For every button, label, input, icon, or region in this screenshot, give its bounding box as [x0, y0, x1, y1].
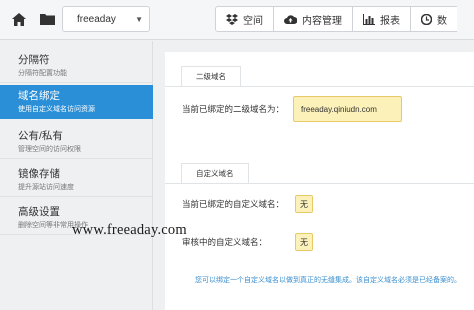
sidebar-item-title: 高级设置 — [18, 206, 60, 218]
main-nav: 空间 内容管理 报表 数 — [215, 6, 457, 32]
folder-icon — [39, 14, 55, 25]
pending-custom-domain-value: 无 — [295, 233, 313, 251]
home-icon — [12, 12, 26, 26]
bar-chart-icon — [363, 13, 375, 25]
tab-space-label: 空间 — [243, 15, 263, 27]
tab-content[interactable]: 内容管理 — [273, 6, 353, 32]
bucket-select[interactable]: freeaday ▼ — [62, 6, 150, 32]
sidebar-item-title: 分隔符 — [18, 54, 50, 66]
domain-settings-panel: 二级域名 当前已绑定的二级域名为： freeaday.qiniudn.com 自… — [165, 52, 474, 310]
custom-domain-hint: 您可以绑定一个自定义域名以做到真正的无缝集成。该自定义域名必须是已经备案的。 — [195, 277, 461, 284]
divider — [165, 183, 474, 184]
tab-content-label: 内容管理 — [302, 15, 342, 27]
sidebar-item-subtitle: 管理空间的访问权限 — [18, 146, 81, 153]
custom-domain-header: 自定义域名 — [181, 163, 249, 183]
dropbox-icon — [226, 13, 238, 25]
bucket-name: freeaday — [77, 13, 116, 25]
chevron-down-icon: ▼ — [135, 14, 143, 24]
sidebar-item-title: 域名绑定 — [18, 90, 60, 102]
watermark-text: www.freeaday.com — [72, 222, 187, 238]
secondary-domain-value: freeaday.qiniudn.com — [293, 96, 402, 122]
cloud-upload-icon — [284, 15, 297, 24]
home-button[interactable] — [6, 6, 32, 32]
pending-custom-domain-label: 审核中的自定义域名： — [182, 237, 268, 247]
divider — [165, 86, 474, 87]
sidebar-item-delimiter[interactable]: 分隔符 分隔符配置功能 — [0, 49, 153, 83]
tab-space[interactable]: 空间 — [215, 6, 274, 32]
bound-custom-domain-label: 当前已绑定的自定义域名： — [182, 199, 285, 209]
secondary-domain-label: 当前已绑定的二级域名为： — [182, 104, 285, 114]
sidebar-item-title: 镜像存储 — [18, 168, 60, 180]
sidebar-item-title: 公有/私有 — [18, 130, 63, 142]
bound-custom-domain-value: 无 — [295, 195, 313, 213]
tab-data[interactable]: 数 — [410, 6, 457, 32]
tab-reports[interactable]: 报表 — [352, 6, 411, 32]
sidebar-item-mirror[interactable]: 镜像存储 提升源站访问速度 — [0, 163, 153, 197]
top-toolbar: freeaday ▼ 空间 内容管理 报表 数 — [0, 0, 474, 40]
settings-sidebar: 分隔符 分隔符配置功能 域名绑定 使用自定义域名访问资源 公有/私有 管理空间的… — [0, 41, 153, 310]
tab-reports-label: 报表 — [380, 15, 400, 27]
sidebar-item-domain-binding[interactable]: 域名绑定 使用自定义域名访问资源 — [0, 85, 153, 119]
folder-button[interactable] — [34, 6, 60, 32]
sidebar-item-subtitle: 使用自定义域名访问资源 — [18, 106, 95, 113]
sidebar-item-subtitle: 分隔符配置功能 — [18, 70, 67, 77]
data-icon — [421, 13, 432, 25]
tab-data-label: 数 — [437, 15, 447, 27]
sidebar-item-access[interactable]: 公有/私有 管理空间的访问权限 — [0, 125, 153, 159]
secondary-domain-header: 二级域名 — [181, 66, 241, 86]
sidebar-item-subtitle: 提升源站访问速度 — [18, 184, 74, 191]
